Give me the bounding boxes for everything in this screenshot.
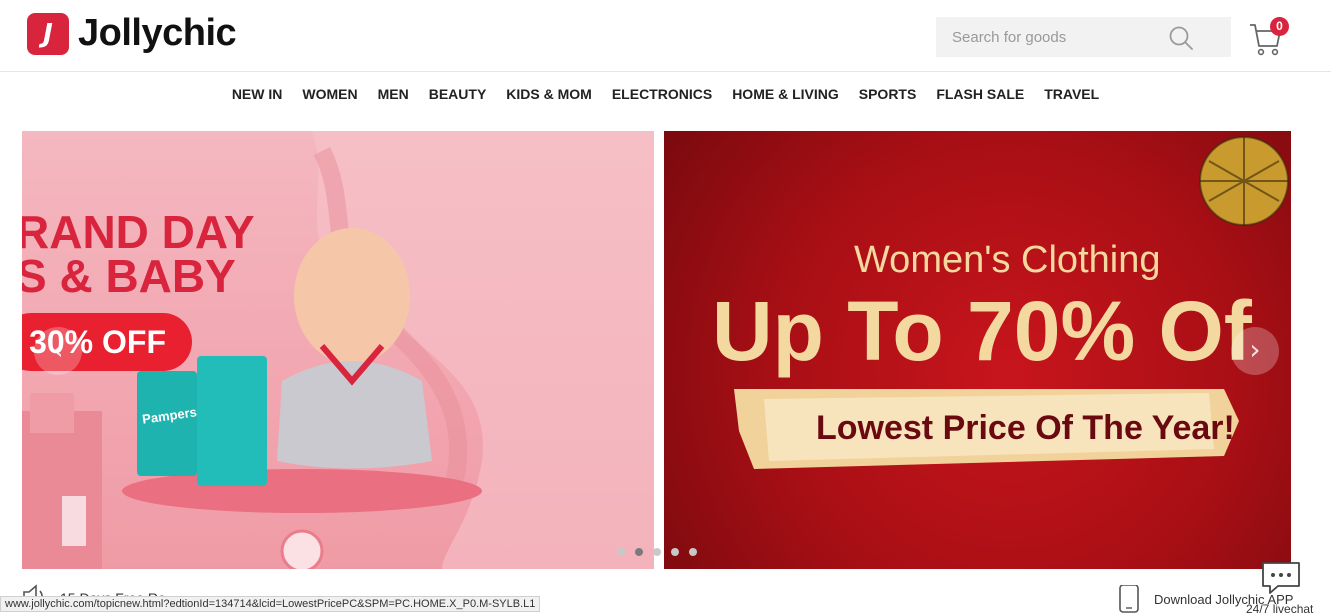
carousel-prev-arrow[interactable]: ‹ xyxy=(34,327,82,375)
status-bar-url: www.jollychic.com/topicnew.html?edtionId… xyxy=(0,596,541,612)
nav-item-kids-mom[interactable]: KIDS & MOM xyxy=(496,72,602,116)
nav-item-travel[interactable]: TRAVEL xyxy=(1034,72,1109,116)
carousel-dots xyxy=(617,548,697,556)
nav-item-women[interactable]: WOMEN xyxy=(292,72,367,116)
banner-womens-clothing[interactable]: Women's Clothing Up To 70% Of Lowest Pri… xyxy=(664,131,1291,569)
carousel-dot[interactable] xyxy=(617,548,625,556)
site-header: J Jollychic 0 xyxy=(0,0,1331,72)
nav-item-new-in[interactable]: NEW IN xyxy=(222,72,293,116)
carousel-dot[interactable] xyxy=(635,548,643,556)
nav-item-sports[interactable]: SPORTS xyxy=(849,72,927,116)
category-nav: NEW IN WOMEN MEN BEAUTY KIDS & MOM ELECTRONIC… xyxy=(0,72,1331,116)
banner-kids-title-2: S & BABY xyxy=(22,250,236,302)
search-icon[interactable] xyxy=(1168,25,1194,51)
nav-item-flash-sale[interactable]: FLASH SALE xyxy=(926,72,1034,116)
carousel-dot[interactable] xyxy=(689,548,697,556)
banner-kids-baby[interactable]: RAND DAY S & BABY 30% OFF Pampers ‹ xyxy=(22,131,654,569)
nav-item-home-living[interactable]: HOME & LIVING xyxy=(722,72,849,116)
nav-item-beauty[interactable]: BEAUTY xyxy=(419,72,497,116)
brand-logo-mark: J xyxy=(27,12,69,55)
nav-item-men[interactable]: MEN xyxy=(368,72,419,116)
livechat-button[interactable]: 24/7 livechat xyxy=(1246,560,1313,616)
chat-icon xyxy=(1262,562,1300,594)
carousel-dot[interactable] xyxy=(653,548,661,556)
search-input[interactable] xyxy=(936,17,1166,57)
banner-womens-ribbon: Lowest Price Of The Year! xyxy=(816,409,1235,447)
carousel-next-arrow[interactable]: › xyxy=(1231,327,1279,375)
banner-womens-subtitle: Women's Clothing xyxy=(854,239,1161,281)
brand-logo[interactable]: J Jollychic xyxy=(27,12,237,55)
search-box xyxy=(936,17,1231,57)
cart-count-badge: 0 xyxy=(1270,17,1289,36)
livechat-label: 24/7 livechat xyxy=(1246,602,1314,616)
cart-button[interactable]: 0 xyxy=(1248,16,1292,56)
nav-item-electronics[interactable]: ELECTRONICS xyxy=(602,72,722,116)
carousel-dot[interactable] xyxy=(671,548,679,556)
phone-icon xyxy=(1119,585,1139,613)
brand-name: Jollychic xyxy=(78,12,237,54)
banner-womens-headline: Up To 70% Of xyxy=(712,284,1252,378)
